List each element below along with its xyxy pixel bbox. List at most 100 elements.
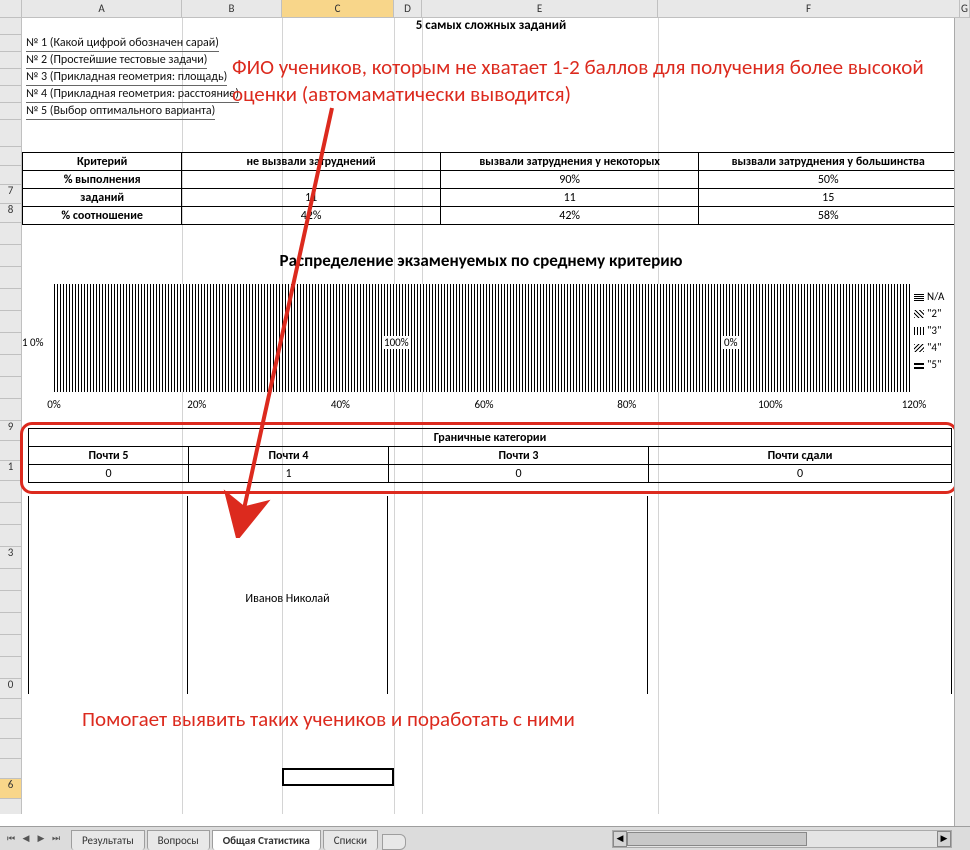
row-header[interactable] [0,377,21,399]
sheet-tab[interactable]: Вопросы [147,830,210,850]
scroll-right-icon[interactable]: ▶ [937,831,951,847]
col-header-F[interactable]: F [658,0,960,17]
criteria-table: Критерий не вызвали затруднений вызвали … [22,152,958,225]
row-header[interactable]: 1 [0,461,21,481]
row-header[interactable] [0,759,21,779]
legend-item: N/A [927,290,944,303]
col-header-A[interactable]: A [22,0,182,17]
row-header[interactable] [0,69,21,86]
row-header[interactable] [0,613,21,635]
boundary-name-cell [388,496,648,694]
chart-x-axis: 0% 20% 40% 60% 80% 100% 120% [54,398,914,418]
row-header[interactable] [0,245,21,267]
x-tick: 120% [902,398,927,411]
task-item: № 5 (Выбор оптимального варианта) [26,104,215,120]
legend-item: "3" [927,324,941,337]
row-header[interactable] [0,147,21,166]
new-sheet-button[interactable] [382,834,406,850]
row-header[interactable] [0,719,21,739]
col-header-C[interactable]: C [282,0,394,17]
tab-prev-icon[interactable]: ◀ [19,831,33,847]
boundary-name-cell [28,496,188,694]
row-header[interactable]: 8 [0,204,21,223]
sheet-tabs: ⏮ ◀ ▶ ⏭ Результаты Вопросы Общая Статист… [0,826,970,850]
row-header[interactable] [0,267,21,289]
criteria-header: Критерий [23,153,182,171]
col-header-B[interactable]: B [182,0,282,17]
cell-cursor[interactable] [282,768,394,786]
row-header[interactable] [0,699,21,719]
row-header[interactable]: 6 [0,779,21,799]
row-header[interactable] [0,481,21,503]
x-tick: 40% [331,398,350,411]
row-header[interactable] [0,103,21,120]
row-header[interactable] [0,635,21,657]
row-header[interactable] [0,120,21,147]
row-header[interactable] [0,166,21,185]
row-header[interactable] [0,525,21,547]
criteria-cell: 42% [182,207,441,225]
boundary-header: Почти 5 [29,447,189,465]
annotation-text-top: ФИО учеников, которым не хватает 1-2 бал… [232,54,932,109]
row-header[interactable] [0,52,21,69]
row-header[interactable] [0,311,21,333]
row-header[interactable]: 9 [0,421,21,441]
row-header[interactable] [0,399,21,421]
task-item: № 1 (Какой цифрой обозначен сарай) [26,36,219,52]
row-header[interactable] [0,35,21,52]
legend-item: "5" [927,358,941,371]
scroll-thumb[interactable] [627,832,807,846]
legend-item: "2" [927,307,941,320]
row-header[interactable] [0,223,21,245]
row-header[interactable] [0,18,21,35]
boundary-value: 1 [189,465,389,483]
row-header[interactable]: 3 [0,547,21,569]
row-headers: 7 8 9 1 3 0 6 [0,18,22,814]
row-header[interactable] [0,503,21,525]
col-header-D[interactable]: D [394,0,422,17]
row-header[interactable] [0,86,21,103]
bar-label: 100% [382,336,411,349]
row-header[interactable]: 0 [0,679,21,699]
row-header[interactable] [0,591,21,613]
boundary-value: 0 [29,465,189,483]
row-header[interactable] [0,289,21,311]
boundary-title: Граничные категории [29,429,952,447]
criteria-header: вызвали затруднения у большинства [699,153,958,171]
boundary-header: Почти 4 [189,447,389,465]
corner-cell[interactable] [0,0,22,17]
criteria-header: не вызвали затруднений [182,153,441,171]
x-tick: 80% [617,398,636,411]
row-header[interactable] [0,569,21,591]
horizontal-scrollbar[interactable]: ◀ ▶ [612,830,952,848]
sheet-tab[interactable]: Списки [323,830,378,850]
col-header-G[interactable]: G [960,0,970,17]
row-header[interactable] [0,657,21,679]
legend-item: "4" [927,341,941,354]
sheet-tab[interactable]: Общая Статистика [212,830,321,850]
x-tick: 20% [187,398,206,411]
criteria-cell: 42% [440,207,699,225]
task-item: № 3 (Прикладная геометрия: площадь) [26,70,227,86]
criteria-cell [182,171,441,189]
vertical-scrollbar[interactable] [954,18,970,826]
scroll-left-icon[interactable]: ◀ [613,831,627,847]
criteria-row-label: % выполнения [23,171,182,189]
row-header[interactable] [0,739,21,759]
sheet-tab[interactable]: Результаты [71,830,145,850]
criteria-header: вызвали затруднения у некоторых [440,153,699,171]
criteria-cell: 90% [440,171,699,189]
tab-next-icon[interactable]: ▶ [34,831,48,847]
boundary-value: 0 [389,465,649,483]
x-tick: 100% [758,398,783,411]
task-item: № 4 (Прикладная геометрия: расстояние) [26,87,239,103]
row-header[interactable] [0,441,21,461]
tab-last-icon[interactable]: ⏭ [49,831,63,847]
tab-first-icon[interactable]: ⏮ [4,831,18,847]
col-header-E[interactable]: E [422,0,658,17]
criteria-cell: 11 [440,189,699,207]
row-header[interactable] [0,355,21,377]
row-header[interactable] [0,333,21,355]
row-header[interactable]: 7 [0,185,21,204]
spreadsheet-grid[interactable]: 5 самых сложных заданий № 1 (Какой цифро… [22,18,970,814]
